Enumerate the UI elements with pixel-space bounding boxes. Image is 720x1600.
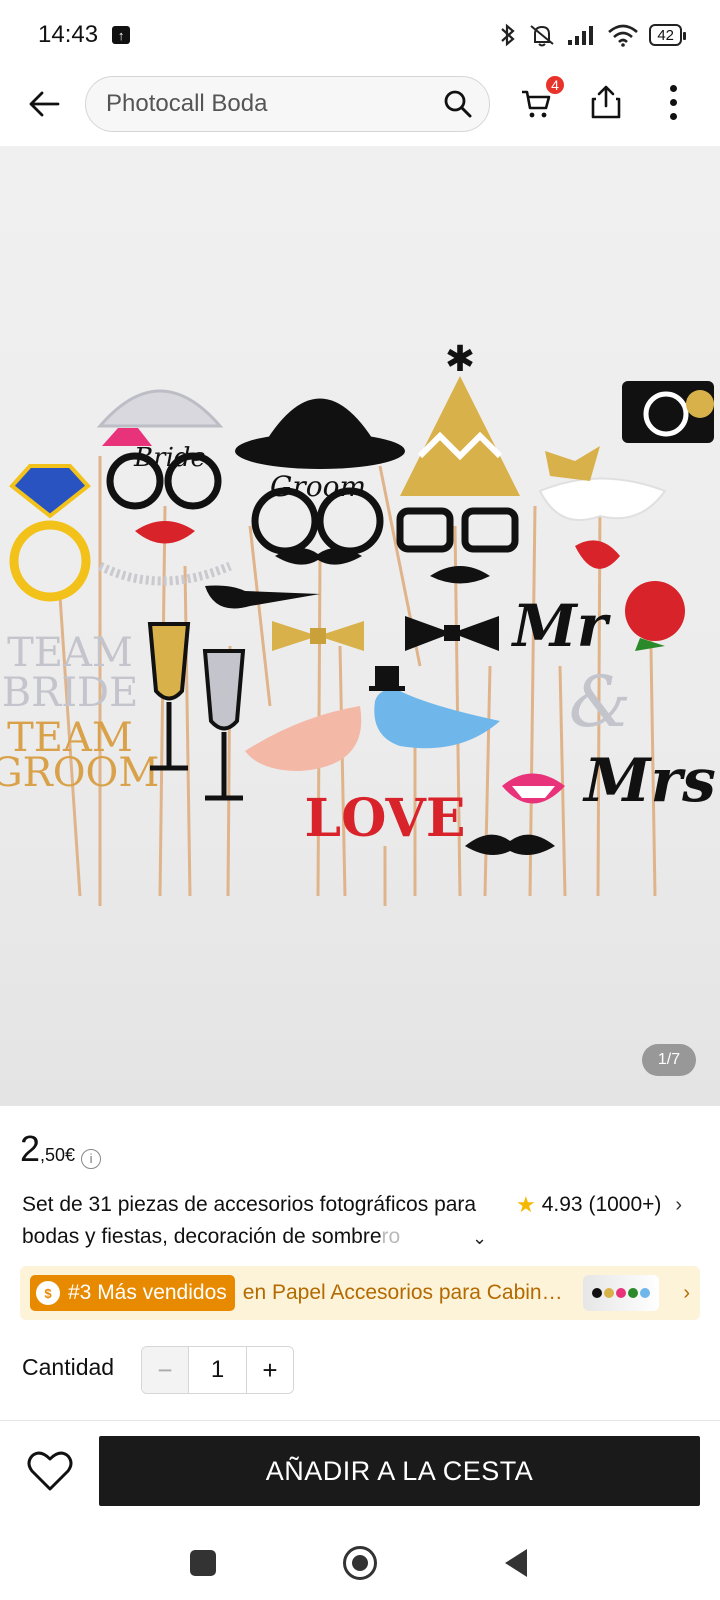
recents-button[interactable] xyxy=(190,1550,216,1576)
prop-love-text: LOVE xyxy=(305,788,466,849)
price-integer: 2 xyxy=(20,1128,41,1169)
status-icons: 42 xyxy=(499,22,686,48)
system-nav-bar xyxy=(0,1530,720,1600)
heart-icon xyxy=(27,1451,73,1491)
search-icon[interactable] xyxy=(443,89,473,119)
share-button[interactable] xyxy=(584,80,628,124)
bestseller-banner[interactable]: $ #3 Más vendidos en Papel Accesorios pa… xyxy=(20,1266,700,1320)
more-vertical-icon xyxy=(669,84,677,92)
add-to-cart-button[interactable]: AÑADIR A LA CESTA xyxy=(99,1436,700,1506)
prop-mr-text: Mr xyxy=(511,592,612,660)
system-back-button[interactable] xyxy=(505,1549,527,1577)
image-counter: 1/7 xyxy=(642,1044,696,1076)
search-input[interactable]: Photocall Boda xyxy=(85,76,490,132)
status-time: 14:43 xyxy=(38,21,99,48)
rating-count: (1000+) xyxy=(588,1193,662,1216)
search-query[interactable]: Photocall Boda xyxy=(106,90,443,118)
rating-summary[interactable]: ★ 4.93 (1000+) › xyxy=(516,1192,682,1218)
back-arrow-icon xyxy=(29,91,60,117)
prop-team-groom-2: GROOM xyxy=(0,750,159,796)
chevron-right-icon: › xyxy=(675,1193,683,1216)
battery-icon: 42 xyxy=(649,24,686,46)
rating-value: 4.93 xyxy=(541,1193,583,1216)
mute-icon xyxy=(530,25,554,47)
home-icon xyxy=(352,1555,368,1571)
bottom-action-bar: AÑADIR A LA CESTA xyxy=(0,1420,720,1530)
bluetooth-icon xyxy=(501,23,515,47)
prop-mrs-text: Mrs xyxy=(582,746,716,816)
share-icon xyxy=(591,85,621,119)
home-button[interactable] xyxy=(343,1546,377,1580)
svg-text:✱: ✱ xyxy=(445,339,475,380)
top-nav: Photocall Boda 4 xyxy=(0,72,720,136)
wishlist-button[interactable] xyxy=(24,1445,76,1497)
cart-button[interactable]: 4 xyxy=(518,74,566,124)
back-button[interactable] xyxy=(24,84,64,124)
quantity-value[interactable]: 1 xyxy=(188,1347,247,1393)
product-image: Bride Groom ✱ Mr & Mrs TEAM BRIDE TEAM G… xyxy=(0,339,716,906)
status-bar: 14:43 ↑ 42 xyxy=(0,0,720,70)
category-thumbnail xyxy=(582,1275,659,1311)
price: 2 ,50€ i xyxy=(20,1128,102,1170)
cart-count-badge: 4 xyxy=(544,74,566,96)
product-image-gallery[interactable]: Bride Groom ✱ Mr & Mrs TEAM BRIDE TEAM G… xyxy=(0,146,720,1106)
bestseller-category: en Papel Accesorios para Cabinas... xyxy=(242,1281,573,1304)
prop-groom-text: Groom xyxy=(270,470,366,503)
quantity-decrease-button[interactable]: − xyxy=(142,1347,188,1393)
product-title-text: Set de 31 piezas de accesorios fotográfi… xyxy=(22,1193,477,1248)
product-title[interactable]: Set de 31 piezas de accesorios fotográfi… xyxy=(22,1189,484,1253)
chevron-right-icon: › xyxy=(683,1281,690,1304)
price-decimal: ,50€ xyxy=(40,1145,76,1165)
bestseller-rank: #3 Más vendidos xyxy=(68,1281,227,1304)
signal-icon xyxy=(568,26,594,45)
medal-icon: $ xyxy=(36,1281,60,1305)
quantity-increase-button[interactable]: + xyxy=(247,1347,293,1393)
prop-bride-text: Bride xyxy=(133,443,206,473)
chevron-down-icon[interactable]: ⌄ xyxy=(472,1228,487,1249)
quantity-stepper[interactable]: − 1 + xyxy=(141,1346,294,1394)
product-title-fade: ro xyxy=(381,1225,401,1248)
bestseller-tag: $ #3 Más vendidos xyxy=(30,1275,235,1311)
wifi-icon xyxy=(608,24,639,47)
upload-icon: ↑ xyxy=(112,26,131,44)
more-options-button[interactable] xyxy=(651,80,695,124)
info-icon[interactable]: i xyxy=(81,1148,102,1169)
prop-team-bride-2: BRIDE xyxy=(2,670,139,716)
star-icon: ★ xyxy=(516,1192,536,1217)
quantity-label: Cantidad xyxy=(22,1354,115,1380)
prop-amp-text: & xyxy=(569,661,631,743)
